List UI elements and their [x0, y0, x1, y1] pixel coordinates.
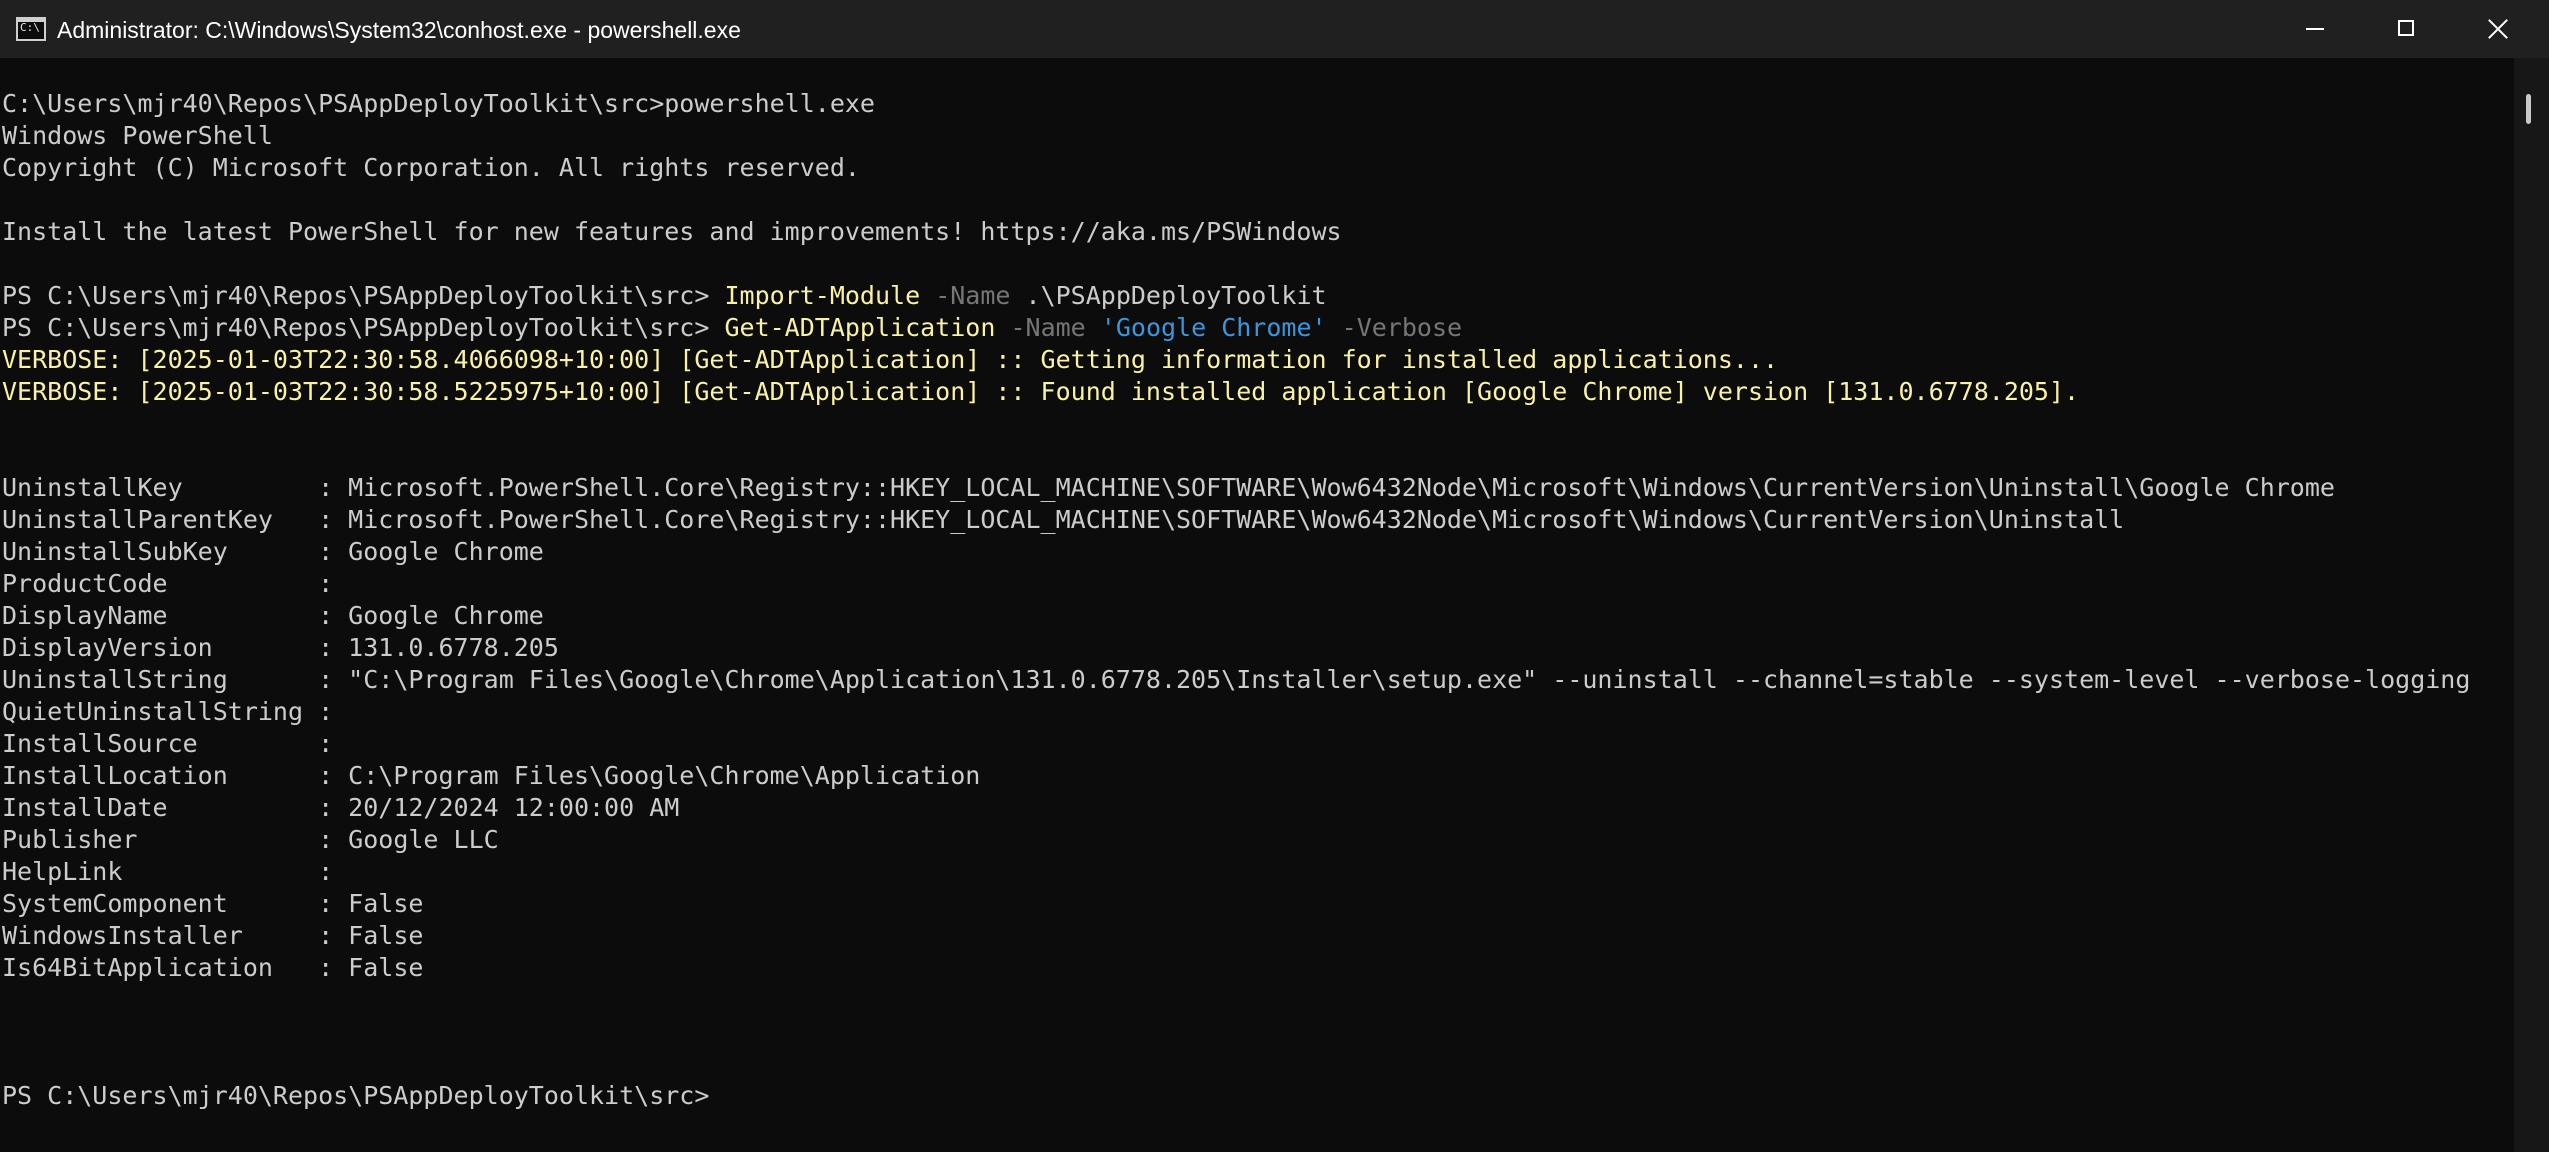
console-segment: -Name	[935, 281, 1011, 310]
vertical-scrollbar[interactable]	[2514, 58, 2549, 1152]
console-line: PS C:\Users\mjr40\Repos\PSAppDeployToolk…	[2, 1080, 2514, 1112]
console-line: DisplayVersion : 131.0.6778.205	[2, 632, 2514, 664]
console-line: SystemComponent : False	[2, 888, 2514, 920]
console-line: PS C:\Users\mjr40\Repos\PSAppDeployToolk…	[2, 280, 2514, 312]
console-segment: ProductCode :	[2, 569, 334, 598]
console-segment: VERBOSE: [2025-01-03T22:30:58.5225975+10…	[2, 377, 2080, 406]
console-segment: UninstallSubKey : Google Chrome	[2, 537, 544, 566]
console-line: WindowsInstaller : False	[2, 920, 2514, 952]
scrollbar-thumb[interactable]	[2526, 94, 2531, 124]
console-segment: InstallDate : 20/12/2024 12:00:00 AM	[2, 793, 680, 822]
console-segment: DisplayName : Google Chrome	[2, 601, 544, 630]
console-output[interactable]: C:\Users\mjr40\Repos\PSAppDeployToolkit\…	[0, 58, 2514, 1152]
maximize-button[interactable]	[2361, 0, 2453, 58]
console-line: UninstallSubKey : Google Chrome	[2, 536, 2514, 568]
console-segment: HelpLink :	[2, 857, 334, 886]
console-line: DisplayName : Google Chrome	[2, 600, 2514, 632]
console-line: InstallDate : 20/12/2024 12:00:00 AM	[2, 792, 2514, 824]
console-segment: QuietUninstallString :	[2, 697, 334, 726]
console-segment: Install the latest PowerShell for new fe…	[2, 217, 1342, 246]
console-segment: -Verbose	[1341, 313, 1463, 342]
console-line: VERBOSE: [2025-01-03T22:30:58.5225975+10…	[2, 376, 2514, 408]
console-segment	[1327, 313, 1342, 342]
title-bar[interactable]: C:\ Administrator: C:\Windows\System32\c…	[0, 0, 2549, 58]
console-line: UninstallParentKey : Microsoft.PowerShel…	[2, 504, 2514, 536]
console-segment: .\PSAppDeployToolkit	[1010, 281, 1327, 310]
console-line: Copyright (C) Microsoft Corporation. All…	[2, 152, 2514, 184]
minimize-button[interactable]	[2269, 0, 2361, 58]
console-line: HelpLink :	[2, 856, 2514, 888]
window-title: Administrator: C:\Windows\System32\conho…	[57, 17, 741, 43]
console-segment: Windows PowerShell	[2, 121, 273, 150]
console-line: QuietUninstallString :	[2, 696, 2514, 728]
console-segment: UninstallParentKey : Microsoft.PowerShel…	[2, 505, 2125, 534]
minimize-icon	[2306, 28, 2324, 30]
console-segment: Import-Module	[724, 281, 921, 310]
console-segment: VERBOSE: [2025-01-03T22:30:58.4066098+10…	[2, 345, 1779, 374]
close-icon	[2487, 18, 2509, 40]
console-line: Is64BitApplication : False	[2, 952, 2514, 984]
console-line: InstallSource :	[2, 728, 2514, 760]
console-segment: DisplayVersion : 131.0.6778.205	[2, 633, 559, 662]
console-segment: PS C:\Users\mjr40\Repos\PSAppDeployToolk…	[2, 1081, 725, 1110]
console-segment: Get-ADTApplication	[724, 313, 996, 342]
close-button[interactable]	[2453, 0, 2545, 58]
console-segment: UninstallString : "C:\Program Files\Goog…	[2, 665, 2471, 694]
console-segment: Copyright (C) Microsoft Corporation. All…	[2, 153, 860, 182]
console-segment: PS C:\Users\mjr40\Repos\PSAppDeployToolk…	[2, 281, 725, 310]
console-segment: PS C:\Users\mjr40\Repos\PSAppDeployToolk…	[2, 313, 725, 342]
console-text: C:\Users\mjr40\Repos\PSAppDeployToolkit\…	[0, 58, 2514, 1112]
console-segment: -Name	[1010, 313, 1086, 342]
console-line: PS C:\Users\mjr40\Repos\PSAppDeployToolk…	[2, 312, 2514, 344]
console-line: VERBOSE: [2025-01-03T22:30:58.4066098+10…	[2, 344, 2514, 376]
console-line: UninstallString : "C:\Program Files\Goog…	[2, 664, 2514, 696]
console-segment: InstallSource :	[2, 729, 334, 758]
console-line: Publisher : Google LLC	[2, 824, 2514, 856]
console-line: InstallLocation : C:\Program Files\Googl…	[2, 760, 2514, 792]
console-segment: UninstallKey : Microsoft.PowerShell.Core…	[2, 473, 2335, 502]
console-segment: C:\Users\mjr40\Repos\PSAppDeployToolkit\…	[2, 89, 875, 118]
console-segment	[995, 313, 1010, 342]
console-line: Windows PowerShell	[2, 120, 2514, 152]
console-segment	[920, 281, 935, 310]
console-line: ProductCode :	[2, 568, 2514, 600]
console-segment: WindowsInstaller : False	[2, 921, 424, 950]
console-window-icon[interactable]: C:\	[16, 17, 46, 41]
console-window: C:\ Administrator: C:\Windows\System32\c…	[0, 0, 2549, 1152]
console-segment: Publisher : Google LLC	[2, 825, 499, 854]
maximize-icon	[2398, 20, 2414, 36]
console-line: Install the latest PowerShell for new fe…	[2, 216, 2514, 248]
console-segment: 'Google Chrome'	[1100, 313, 1327, 342]
console-segment	[1086, 313, 1101, 342]
console-segment: Is64BitApplication : False	[2, 953, 424, 982]
console-line: C:\Users\mjr40\Repos\PSAppDeployToolkit\…	[2, 88, 2514, 120]
console-segment: SystemComponent : False	[2, 889, 424, 918]
console-segment: InstallLocation : C:\Program Files\Googl…	[2, 761, 981, 790]
console-line: UninstallKey : Microsoft.PowerShell.Core…	[2, 472, 2514, 504]
